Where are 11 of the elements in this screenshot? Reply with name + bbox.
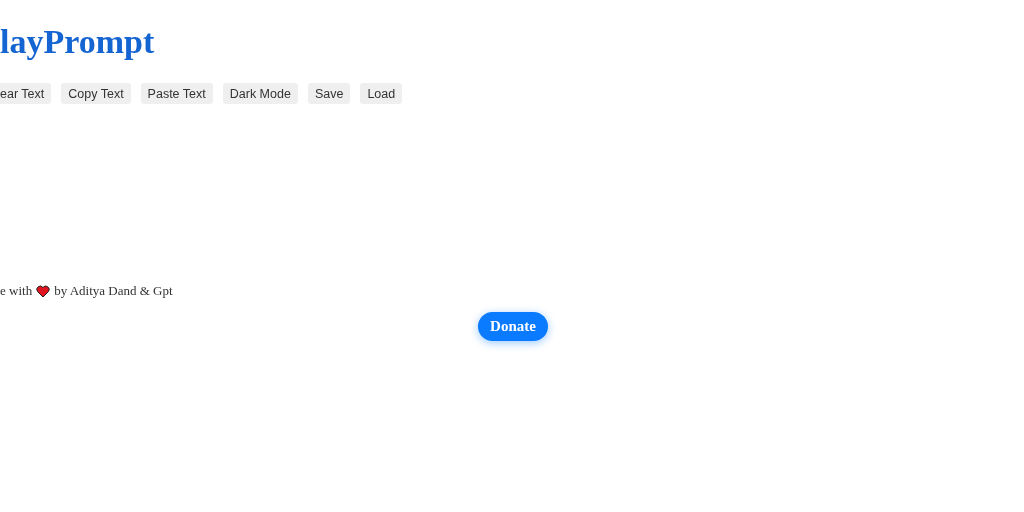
toolbar-button[interactable]: Save: [307, 83, 351, 104]
toolbar-button[interactable]: ear Text: [0, 83, 52, 104]
donate-button[interactable]: Donate: [478, 312, 548, 341]
toolbar-button[interactable]: Paste Text: [140, 83, 213, 104]
heart-icon: [36, 284, 51, 298]
toolbar-button[interactable]: Dark Mode: [222, 83, 298, 104]
footer-text: e with: [0, 283, 33, 299]
app-title: layPrompt: [0, 22, 155, 62]
toolbar-button[interactable]: Copy Text: [61, 83, 131, 104]
toolbar-button[interactable]: Load: [360, 83, 403, 104]
footer-text: by Aditya Dand & Gpt: [54, 283, 173, 299]
